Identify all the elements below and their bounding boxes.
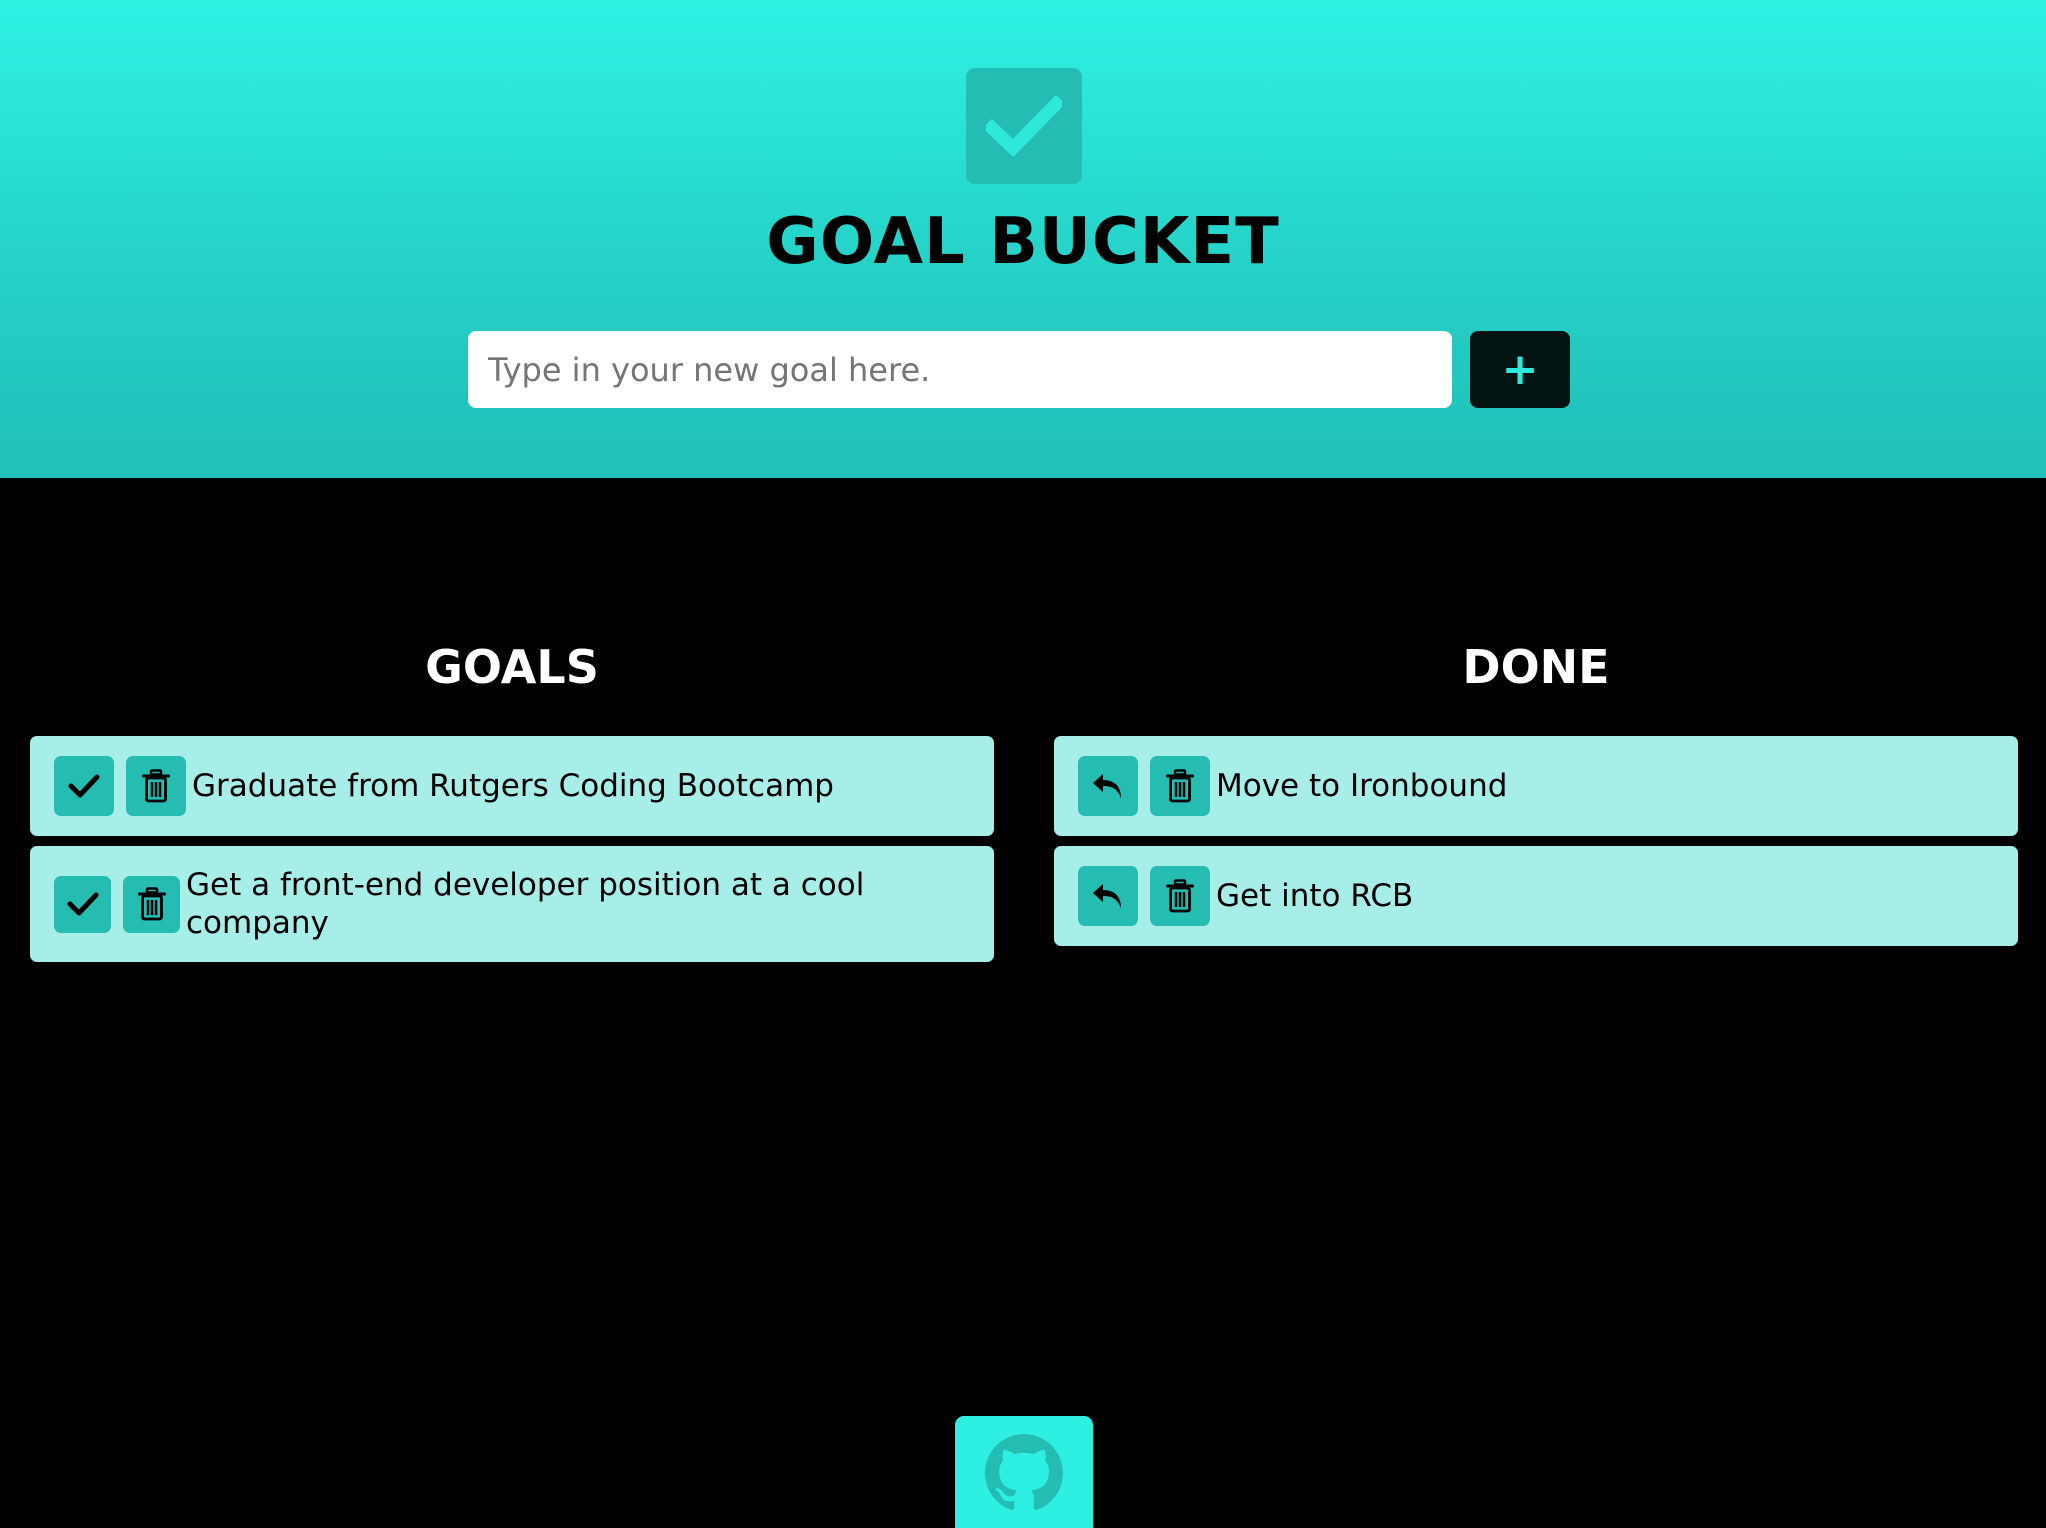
check-icon: [68, 774, 100, 798]
trash-icon: [1166, 769, 1194, 803]
goal-text: Graduate from Rutgers Coding Bootcamp: [192, 768, 834, 804]
trash-icon: [1166, 879, 1194, 913]
delete-goal-button[interactable]: [123, 875, 180, 933]
github-link-button[interactable]: [955, 1416, 1093, 1528]
trash-icon: [142, 769, 170, 803]
done-item: Move to Ironbound: [1054, 736, 2018, 836]
done-item: Get into RCB: [1054, 846, 2018, 946]
undo-icon: [1093, 884, 1121, 908]
goal-item: Graduate from Rutgers Coding Bootcamp: [30, 736, 994, 836]
done-text: Move to Ironbound: [1216, 768, 1508, 804]
complete-goal-button[interactable]: [54, 875, 111, 933]
delete-done-button[interactable]: [1150, 866, 1210, 926]
undo-goal-button[interactable]: [1078, 866, 1138, 926]
undo-icon: [1093, 774, 1121, 798]
goals-column: GOALS Graduate from Rutgers Coding Bootc…: [30, 628, 994, 972]
header: GOAL BUCKET +: [0, 0, 2046, 478]
check-icon: [67, 892, 98, 916]
trash-icon: [137, 887, 166, 921]
goals-heading: GOALS: [425, 640, 599, 694]
app-title: GOAL BUCKET: [766, 205, 1280, 279]
done-heading: DONE: [1462, 640, 1610, 694]
delete-done-button[interactable]: [1150, 756, 1210, 816]
add-goal-button[interactable]: +: [1470, 331, 1570, 408]
goal-item: Get a front-end developer position at a …: [30, 846, 994, 962]
goal-text: Get a front-end developer position at a …: [186, 867, 865, 941]
logo-checkbox-icon: [966, 68, 1082, 184]
done-text: Get into RCB: [1216, 878, 1414, 914]
complete-goal-button[interactable]: [54, 756, 114, 816]
delete-goal-button[interactable]: [126, 756, 186, 816]
done-column: DONE Move to Ironbound Get into RCB: [1054, 628, 2018, 956]
github-icon: [985, 1434, 1063, 1511]
new-goal-input[interactable]: [468, 331, 1452, 408]
undo-goal-button[interactable]: [1078, 756, 1138, 816]
